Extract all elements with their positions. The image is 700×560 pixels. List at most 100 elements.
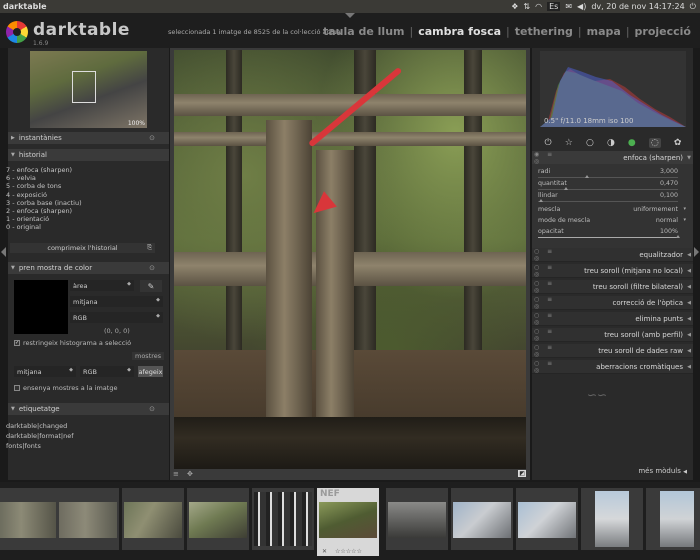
- picker-model-select[interactable]: RGB ◆: [70, 312, 163, 323]
- circle-icon[interactable]: ○: [586, 138, 594, 148]
- updown-arrows-icon[interactable]: ⇅: [523, 2, 530, 11]
- history-header[interactable]: ▼ historial: [8, 149, 169, 161]
- slider-marker-icon[interactable]: [538, 199, 543, 202]
- sample-model-select[interactable]: RGB ◆: [80, 366, 134, 377]
- module-header[interactable]: ○ ≡ ◎ equalitzador ◀: [532, 248, 693, 262]
- history-item[interactable]: 2 - enfoca (sharpen): [6, 207, 156, 215]
- module-controls-icon[interactable]: ○ ≡ ◎: [534, 296, 564, 310]
- power-icon[interactable]: ⏻: [690, 2, 696, 12]
- filmstrip-thumbnail[interactable]: [581, 488, 643, 550]
- module-header[interactable]: ○ ≡ ◎ treu soroll de dades raw ◀: [532, 344, 693, 358]
- power-icon[interactable]: ⏻: [545, 138, 552, 148]
- keyboard-layout-icon[interactable]: Es: [547, 2, 561, 11]
- module-header[interactable]: ○ ≡ ◎ treu soroll (mitjana no local) ◀: [532, 264, 693, 278]
- main-photo[interactable]: [174, 50, 526, 469]
- filmstrip-thumbnail[interactable]: [516, 488, 578, 550]
- filmstrip-thumbnail[interactable]: [386, 488, 448, 550]
- snapshots-header[interactable]: ▶ instantànies ⊙: [8, 132, 169, 144]
- filmstrip-thumbnail[interactable]: [0, 488, 58, 550]
- reset-icon[interactable]: ⊙: [149, 134, 155, 142]
- picker-area-select[interactable]: àrea ◆: [70, 280, 134, 291]
- module-header[interactable]: ○ ≡ ◎ elimina punts ◀: [532, 312, 693, 326]
- color-picker-header[interactable]: ▼ pren mostra de color ⊙: [8, 262, 169, 274]
- star-icon[interactable]: ☆: [565, 138, 573, 148]
- histogram[interactable]: [540, 51, 686, 127]
- show-samples-checkbox[interactable]: ensenya mostres a la imatge: [14, 384, 117, 392]
- module-header[interactable]: ○ ≡ ◎ correcció de l'òptica ◀: [532, 296, 693, 310]
- module-controls-icon[interactable]: ○ ≡ ◎: [534, 360, 564, 374]
- half-circle-icon[interactable]: ◑: [607, 138, 615, 148]
- more-modules-button[interactable]: més mòduls ◀: [638, 467, 687, 475]
- history-item[interactable]: 4 - exposició: [6, 191, 156, 199]
- threshold-slider[interactable]: llindar 0,100: [536, 192, 690, 203]
- restrict-histogram-checkbox[interactable]: ✓ restringeix histograma a selecció: [14, 339, 131, 347]
- filmstrip-thumbnail[interactable]: [646, 488, 700, 550]
- collapse-right-arrow-icon[interactable]: [694, 247, 699, 257]
- filmstrip-thumbnail[interactable]: [252, 488, 314, 550]
- history-item[interactable]: 5 - corba de tons: [6, 182, 156, 190]
- radius-slider[interactable]: radi 3,000: [536, 168, 690, 179]
- color-picker-button[interactable]: ✎: [140, 280, 162, 292]
- module-header[interactable]: ○ ≡ ◎ treu soroll (filtre bilateral) ◀: [532, 280, 693, 294]
- wifi-icon[interactable]: ◠: [535, 2, 542, 11]
- view-slideshow[interactable]: projecció: [632, 25, 694, 38]
- view-tethering[interactable]: tethering: [512, 25, 576, 38]
- history-item[interactable]: 3 - corba base (inactiu): [6, 199, 156, 207]
- view-map[interactable]: mapa: [584, 25, 624, 38]
- history-item[interactable]: 0 - original: [6, 223, 156, 231]
- history-item[interactable]: 7 - enfoca (sharpen): [6, 166, 156, 174]
- slider-marker-icon[interactable]: [564, 187, 568, 190]
- dropbox-icon[interactable]: ❖: [511, 2, 518, 11]
- module-controls-icon[interactable]: ○ ≡ ◎: [534, 248, 564, 262]
- compress-history-button[interactable]: comprimeix l'historial ⎘: [10, 243, 155, 253]
- module-controls-icon[interactable]: ○ ≡ ◎: [534, 344, 564, 358]
- navigation-zoom[interactable]: 100%: [128, 120, 145, 127]
- tagging-header[interactable]: ▼ etiquetatge ⊙: [8, 403, 169, 415]
- opacity-slider[interactable]: opacitat 100%: [536, 228, 690, 239]
- view-darkroom[interactable]: cambra fosca: [415, 25, 504, 38]
- volume-icon[interactable]: ◀): [577, 2, 586, 11]
- sharpen-module-header[interactable]: ◉ ≡ ◎ enfoca (sharpen) ▼: [532, 151, 693, 165]
- sample-stat-select[interactable]: mitjana ◆: [14, 366, 76, 377]
- quick-access-menu-icon[interactable]: ≡: [173, 470, 179, 478]
- module-controls-icon[interactable]: ◉ ≡ ◎: [534, 151, 564, 165]
- slider-marker-icon[interactable]: [585, 175, 589, 178]
- clock-text[interactable]: dv, 20 de nov 14:17:24: [591, 2, 684, 11]
- module-header[interactable]: ○ ≡ ◎ treu soroll (amb perfil) ◀: [532, 328, 693, 342]
- star-rating[interactable]: ☆☆☆☆☆: [335, 548, 362, 555]
- module-controls-icon[interactable]: ○ ≡ ◎: [534, 264, 564, 278]
- module-controls-icon[interactable]: ○ ≡ ◎: [534, 312, 564, 326]
- correct-icon[interactable]: ◌: [648, 138, 661, 148]
- history-item[interactable]: 1 - orientació: [6, 215, 156, 223]
- add-sample-button[interactable]: afegeix: [138, 366, 163, 377]
- tag-item[interactable]: fonts|fonts: [6, 441, 156, 451]
- picker-stat-select[interactable]: mitjana ◆: [70, 296, 163, 307]
- color-circle-icon[interactable]: ●: [628, 138, 636, 148]
- blend-select[interactable]: mescla uniformement ▾: [536, 206, 690, 217]
- history-item[interactable]: 6 - velvia: [6, 174, 156, 182]
- overexposed-toggle-icon[interactable]: ◩: [518, 470, 526, 477]
- filmstrip-thumbnail[interactable]: [57, 488, 119, 550]
- slider-marker-icon[interactable]: [676, 235, 680, 238]
- view-lighttable[interactable]: taula de llum: [320, 25, 408, 38]
- amount-slider[interactable]: quantitat 0,470: [536, 180, 690, 191]
- filmstrip-thumbnail-active[interactable]: NEF ✕ ☆☆☆☆☆: [317, 488, 379, 556]
- navigation-thumbnail[interactable]: 100%: [30, 51, 147, 128]
- reset-icon[interactable]: ⊙: [149, 405, 155, 413]
- collapse-left-arrow-icon[interactable]: [1, 247, 6, 257]
- reject-icon[interactable]: ✕: [322, 548, 327, 555]
- tag-item[interactable]: darktable|changed: [6, 421, 156, 431]
- module-header[interactable]: ○ ≡ ◎ aberracions cromàtiques ◀: [532, 360, 693, 374]
- styles-icon[interactable]: ✥: [187, 470, 193, 478]
- blend-mode-select[interactable]: mode de mescla normal ▾: [536, 217, 690, 228]
- effect-icon[interactable]: ✿: [674, 138, 682, 148]
- reset-icon[interactable]: ⊙: [149, 264, 155, 272]
- module-controls-icon[interactable]: ○ ≡ ◎: [534, 280, 564, 294]
- filmstrip-thumbnail[interactable]: [451, 488, 513, 550]
- tag-item[interactable]: darktable|format|nef: [6, 431, 156, 441]
- module-controls-icon[interactable]: ○ ≡ ◎: [534, 328, 564, 342]
- filmstrip-thumbnail[interactable]: [187, 488, 249, 550]
- create-style-icon[interactable]: ⎘: [147, 244, 152, 252]
- collapse-top-arrow-icon[interactable]: [345, 13, 355, 18]
- navigation-viewport-box[interactable]: [72, 71, 96, 103]
